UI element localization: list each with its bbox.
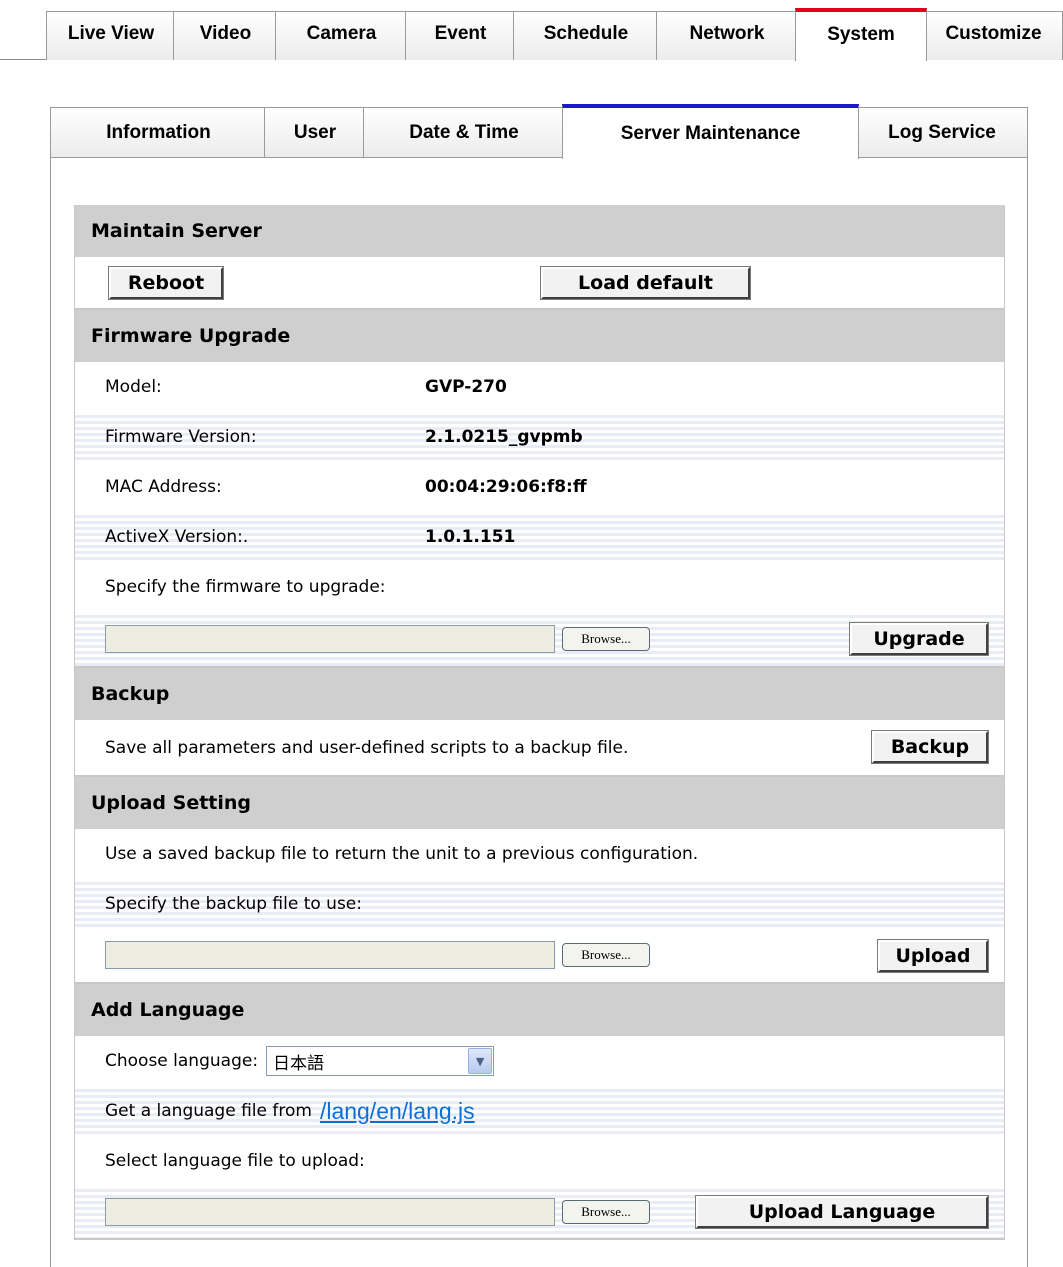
tab-label: Video [199, 23, 252, 44]
activex-version-label: ActiveX Version:. [105, 527, 249, 547]
section-title: Backup [75, 668, 1004, 720]
language-select[interactable]: 日本語 ▼ [266, 1046, 495, 1076]
model-label: Model: [105, 377, 162, 397]
firmware-file-input[interactable] [105, 625, 555, 653]
choose-language-label: Choose language: [105, 1051, 259, 1071]
upload-description-row: Use a saved backup file to return the un… [75, 829, 1004, 879]
reboot-button[interactable]: Reboot [108, 266, 224, 300]
firmware-upgrade-section: Firmware Upgrade Model: GVP-270 Firmware… [74, 310, 1005, 668]
tab-date-time[interactable]: Date & Time [363, 107, 565, 158]
backup-file-input[interactable] [105, 941, 555, 969]
backup-row: Save all parameters and user-defined scr… [75, 720, 1004, 775]
get-language-file-row: Get a language file from /lang/en/lang.j… [75, 1086, 1004, 1136]
tab-label: Live View [67, 23, 155, 44]
tab-video[interactable]: Video [173, 11, 278, 60]
tab-network[interactable]: Network [656, 11, 798, 60]
main-nav-tabs: Live View Video Camera Event Schedule Ne… [0, 0, 1063, 61]
section-title: Add Language [75, 984, 1004, 1036]
language-file-row: Browse... Upload Language [75, 1186, 1004, 1238]
section-title: Upload Setting [75, 777, 1004, 829]
model-row: Model: GVP-270 [75, 362, 1004, 412]
tab-event[interactable]: Event [405, 11, 516, 60]
tab-information[interactable]: Information [50, 107, 267, 158]
select-language-file-text: Select language file to upload: [105, 1151, 365, 1171]
maintain-server-row: Reboot Load default [75, 257, 1004, 308]
firmware-version-row: Firmware Version: 2.1.0215_gvpmb [75, 412, 1004, 462]
tab-user[interactable]: User [264, 107, 366, 158]
choose-language-row: Choose language: 日本語 ▼ [75, 1036, 1004, 1086]
tab-log-service[interactable]: Log Service [856, 107, 1028, 158]
tab-label: User [293, 121, 337, 143]
tab-label: Customize [945, 23, 1042, 44]
firmware-version-label: Firmware Version: [105, 427, 257, 447]
upload-button[interactable]: Upload [877, 939, 989, 973]
specify-firmware-row: Specify the firmware to upgrade: [75, 562, 1004, 612]
firmware-version-value: 2.1.0215_gvpmb [425, 427, 583, 447]
tab-label: Camera [306, 23, 377, 44]
specify-firmware-text: Specify the firmware to upgrade: [105, 577, 386, 597]
tab-label: Server Maintenance [620, 122, 801, 144]
selected-language: 日本語 [273, 1053, 325, 1074]
language-file-link[interactable]: /lang/en/lang.js [320, 1098, 475, 1125]
tab-label: Date & Time [409, 121, 519, 143]
backup-button[interactable]: Backup [871, 730, 989, 764]
firmware-file-row: Browse... Upgrade [75, 612, 1004, 666]
mac-address-row: MAC Address: 00:04:29:06:f8:ff [75, 462, 1004, 512]
server-maintenance-content: Maintain Server Reboot Load default Firm… [74, 205, 1005, 1240]
tab-live-view[interactable]: Live View [46, 11, 176, 60]
maintain-server-section: Maintain Server Reboot Load default [74, 205, 1005, 310]
load-default-button[interactable]: Load default [540, 266, 751, 300]
tab-schedule[interactable]: Schedule [513, 11, 659, 60]
chevron-down-icon[interactable]: ▼ [468, 1048, 493, 1074]
tab-customize[interactable]: Customize [924, 11, 1063, 60]
language-browse-button[interactable]: Browse... [562, 1200, 650, 1224]
tab-label: Network [689, 23, 765, 44]
select-language-file-row: Select language file to upload: [75, 1136, 1004, 1186]
specify-backup-text: Specify the backup file to use: [105, 894, 362, 914]
get-language-file-text: Get a language file from [105, 1101, 312, 1121]
upload-setting-section: Upload Setting Use a saved backup file t… [74, 777, 1005, 984]
tab-label: Event [434, 23, 487, 44]
tab-label: Log Service [888, 121, 996, 143]
section-title: Maintain Server [75, 205, 1004, 257]
upload-language-button[interactable]: Upload Language [695, 1195, 989, 1229]
model-value: GVP-270 [425, 377, 507, 397]
system-sub-tabs: Information User Date & Time Server Main… [50, 104, 1028, 159]
tab-camera[interactable]: Camera [275, 11, 408, 60]
activex-version-value: 1.0.1.151 [425, 527, 516, 547]
language-file-input[interactable] [105, 1198, 555, 1226]
upload-description: Use a saved backup file to return the un… [105, 844, 699, 864]
section-title: Firmware Upgrade [75, 310, 1004, 362]
activex-version-row: ActiveX Version:. 1.0.1.151 [75, 512, 1004, 562]
tab-label: Information [106, 121, 211, 143]
firmware-browse-button[interactable]: Browse... [562, 627, 650, 651]
backup-file-row: Browse... Upload [75, 929, 1004, 982]
upgrade-button[interactable]: Upgrade [849, 622, 989, 656]
tab-server-maintenance[interactable]: Server Maintenance [562, 104, 859, 159]
tab-label: System [827, 23, 895, 45]
backup-description: Save all parameters and user-defined scr… [105, 737, 629, 758]
mac-address-label: MAC Address: [105, 477, 222, 497]
backup-section: Backup Save all parameters and user-defi… [74, 668, 1005, 777]
specify-backup-row: Specify the backup file to use: [75, 879, 1004, 929]
tab-system[interactable]: System [795, 8, 927, 61]
tab-label: Schedule [543, 23, 629, 44]
add-language-section: Add Language Choose language: 日本語 ▼ Get … [74, 984, 1005, 1240]
mac-address-value: 00:04:29:06:f8:ff [425, 477, 587, 497]
backup-browse-button[interactable]: Browse... [562, 943, 650, 967]
